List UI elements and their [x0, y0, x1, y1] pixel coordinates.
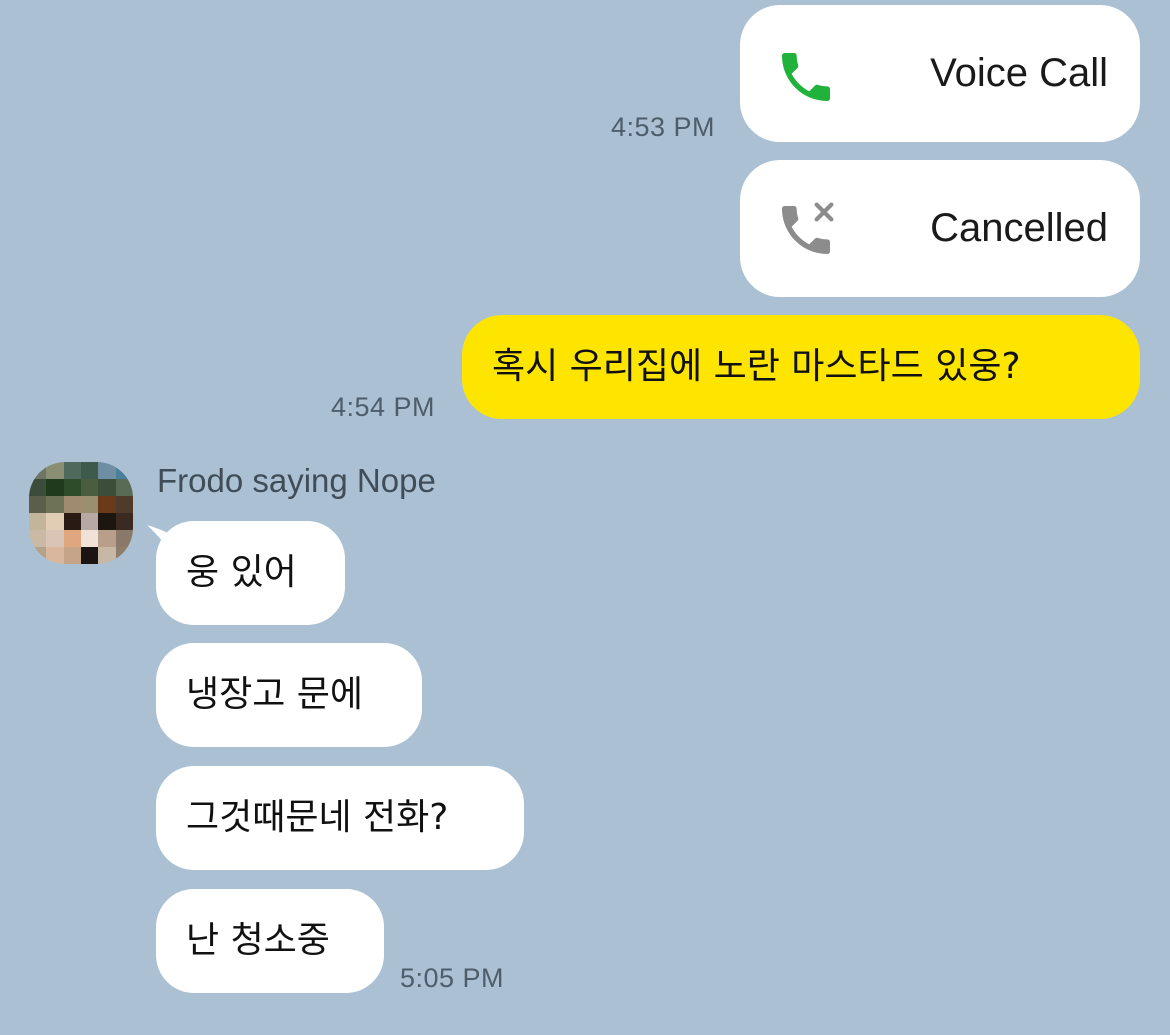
message-text: 혹시 우리집에 노란 마스타드 있웅? [492, 346, 1021, 387]
avatar[interactable] [29, 462, 133, 564]
message-text: 그것때문네 전화? [186, 797, 449, 838]
phone-cancelled-icon [782, 202, 834, 254]
message-text: 난 청소중 [186, 920, 330, 961]
incoming-message-bubble[interactable]: 난 청소중 [156, 889, 384, 993]
timestamp: 4:53 PM [611, 112, 716, 142]
voice-call-label: Voice Call [930, 51, 1108, 95]
voice-call-bubble[interactable]: Voice Call [740, 5, 1140, 142]
incoming-message-bubble[interactable]: 냉장고 문에 [156, 643, 422, 747]
cancelled-call-bubble[interactable]: Cancelled [740, 160, 1140, 297]
phone-icon [782, 53, 830, 101]
outgoing-message-bubble[interactable]: 혹시 우리집에 노란 마스타드 있웅? [462, 315, 1140, 419]
incoming-message-bubble[interactable]: 웅 있어 [156, 521, 345, 625]
message-text: 웅 있어 [186, 552, 297, 593]
timestamp: 4:54 PM [331, 392, 436, 422]
incoming-message-bubble[interactable]: 그것때문네 전화? [156, 766, 524, 870]
sender-name: Frodo saying Nope [157, 462, 436, 499]
timestamp: 5:05 PM [400, 963, 505, 993]
message-text: 냉장고 문에 [186, 674, 364, 715]
cancelled-label: Cancelled [930, 206, 1108, 250]
